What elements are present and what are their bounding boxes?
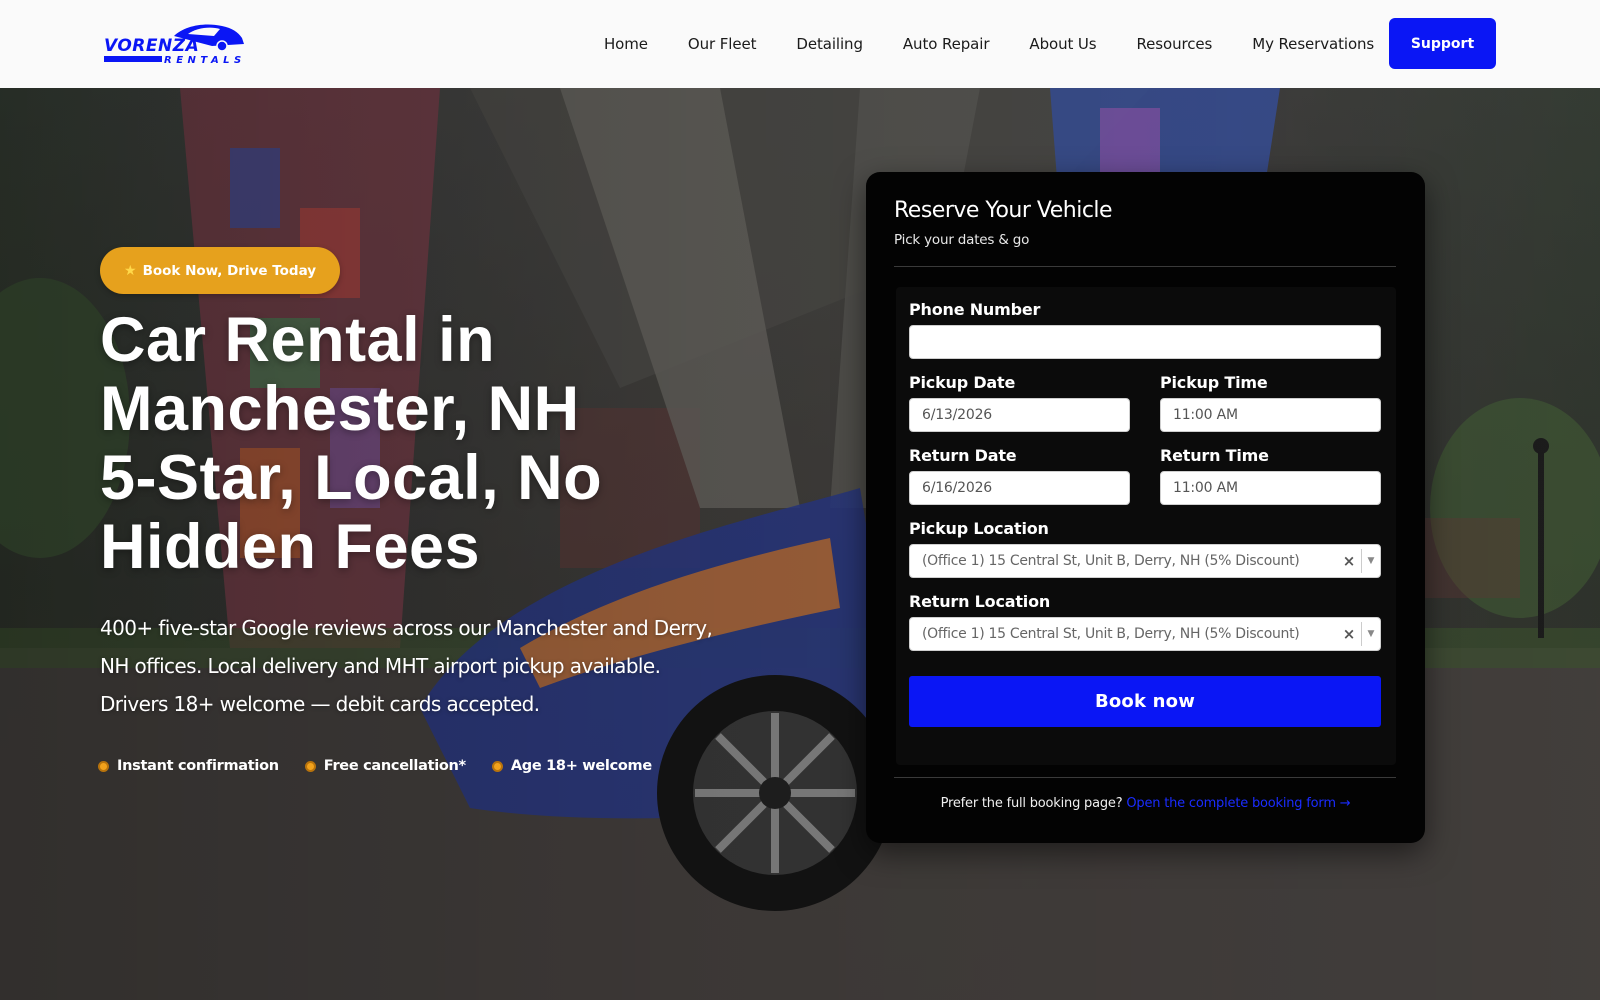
nav-detailing[interactable]: Detailing — [796, 35, 863, 53]
hero-headline: Car Rental in Manchester, NH 5-Star, Loc… — [100, 306, 740, 582]
description-line: 400+ five-star Google reviews across our… — [100, 616, 713, 640]
return-time-label: Return Time — [1160, 446, 1269, 465]
feature-label: Age 18+ welcome — [510, 758, 652, 774]
headline-line: Hidden Fees — [100, 512, 481, 582]
nav-home[interactable]: Home — [604, 35, 648, 53]
divider — [894, 777, 1396, 778]
clear-icon[interactable]: × — [1337, 625, 1361, 643]
card-title: Reserve Your Vehicle — [894, 198, 1113, 223]
return-location-select[interactable]: (Office 1) 15 Central St, Unit B, Derry,… — [909, 617, 1381, 651]
return-location-value: (Office 1) 15 Central St, Unit B, Derry,… — [922, 626, 1300, 642]
nav-auto-repair[interactable]: Auto Repair — [903, 35, 990, 53]
headline-line: 5-Star, Local, No — [100, 443, 603, 513]
card-subtitle: Pick your dates & go — [894, 232, 1030, 248]
pickup-date-label: Pickup Date — [909, 373, 1016, 392]
pickup-location-value: (Office 1) 15 Central St, Unit B, Derry,… — [922, 553, 1300, 569]
book-now-badge[interactable]: ★ Book Now, Drive Today — [100, 247, 341, 294]
nav-our-fleet[interactable]: Our Fleet — [688, 35, 757, 53]
main-nav: Home Our Fleet Detailing Auto Repair Abo… — [604, 0, 1374, 88]
feature-item: Age 18+ welcome — [491, 758, 652, 774]
headline-line: Manchester, NH — [100, 374, 580, 444]
chevron-down-icon[interactable]: ▼ — [1362, 629, 1380, 639]
full-booking-link[interactable]: Open the complete booking form → — [1126, 796, 1350, 811]
reservation-card: Reserve Your Vehicle Pick your dates & g… — [866, 172, 1425, 843]
pickup-time-label: Pickup Time — [1160, 373, 1268, 392]
feature-item: Instant confirmation — [98, 758, 279, 774]
return-date-input[interactable]: 6/16/2026 — [909, 471, 1130, 505]
pickup-time-input[interactable]: 11:00 AM — [1160, 398, 1381, 432]
feature-label: Instant confirmation — [117, 758, 279, 774]
site-header: VORENZA RENTALS Home Our Fleet Detailing… — [0, 0, 1600, 88]
pickup-location-label: Pickup Location — [909, 519, 1049, 538]
bullet-dot-icon — [304, 760, 316, 772]
divider — [894, 266, 1396, 267]
pickup-location-select[interactable]: (Office 1) 15 Central St, Unit B, Derry,… — [909, 544, 1381, 578]
return-time-input[interactable]: 11:00 AM — [1160, 471, 1381, 505]
description-line: NH offices. Local delivery and MHT airpo… — [100, 654, 661, 678]
footer-text: Prefer the full booking page? — [940, 796, 1123, 811]
pickup-date-input[interactable]: 6/13/2026 — [909, 398, 1130, 432]
badge-label: Book Now, Drive Today — [142, 262, 317, 279]
support-button[interactable]: Support — [1389, 18, 1496, 69]
svg-text:VORENZA: VORENZA — [104, 36, 199, 56]
svg-text:RENTALS: RENTALS — [164, 55, 246, 66]
full-booking-note: Prefer the full booking page? Open the c… — [866, 796, 1425, 811]
headline-line: Car Rental in — [100, 305, 496, 375]
hero-description: 400+ five-star Google reviews across our… — [100, 609, 760, 723]
feature-label: Free cancellation* — [323, 758, 466, 774]
book-now-button[interactable]: Book now — [909, 676, 1381, 727]
phone-input[interactable] — [909, 325, 1381, 359]
return-date-label: Return Date — [909, 446, 1017, 465]
star-icon: ★ — [124, 262, 137, 279]
feature-item: Free cancellation* — [304, 758, 466, 774]
chevron-down-icon[interactable]: ▼ — [1362, 556, 1380, 566]
bullet-dot-icon — [491, 760, 503, 772]
bullet-dot-icon — [98, 760, 109, 772]
nav-about-us[interactable]: About Us — [1029, 35, 1096, 53]
phone-label: Phone Number — [909, 300, 1041, 319]
nav-resources[interactable]: Resources — [1137, 35, 1213, 53]
return-location-label: Return Location — [909, 592, 1051, 611]
description-line: Drivers 18+ welcome — debit cards accept… — [100, 692, 540, 716]
clear-icon[interactable]: × — [1337, 552, 1361, 570]
feature-list: Instant confirmation Free cancellation* … — [98, 758, 652, 774]
vorenza-logo[interactable]: VORENZA RENTALS — [104, 20, 246, 68]
nav-my-reservations[interactable]: My Reservations — [1252, 35, 1374, 53]
